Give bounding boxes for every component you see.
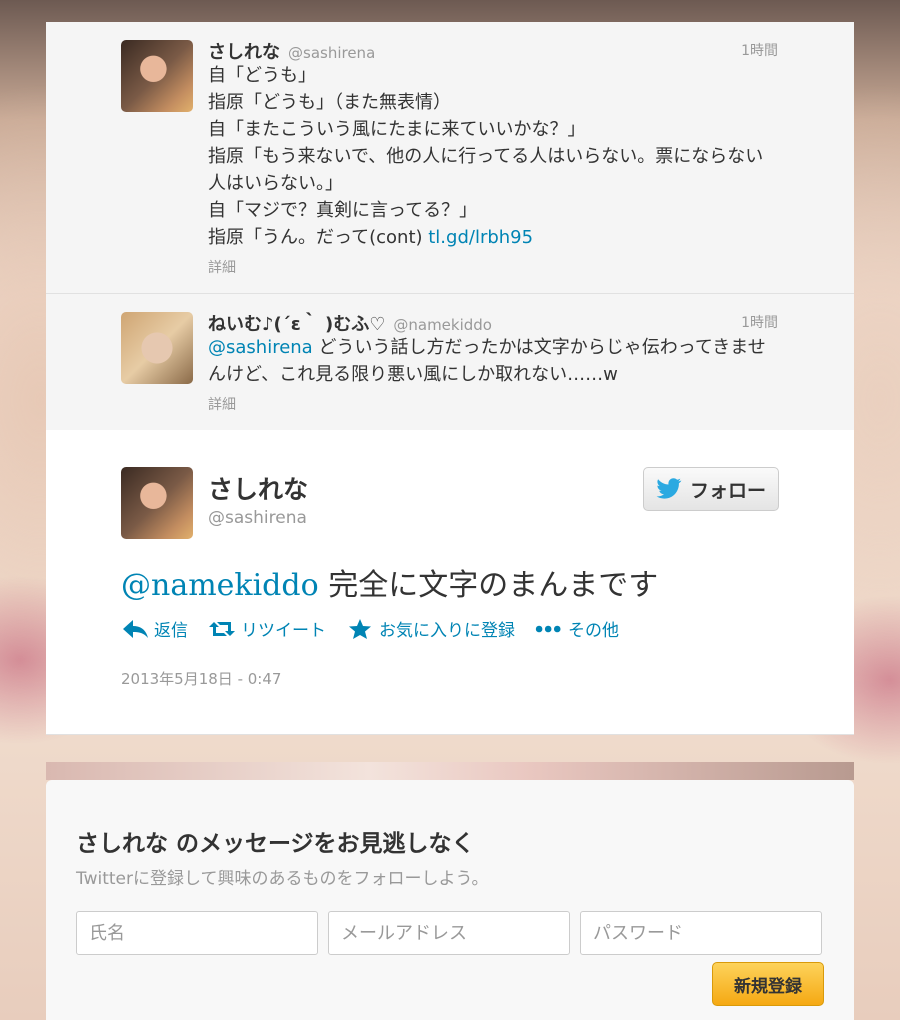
more-label: その他 xyxy=(568,621,619,641)
retweet-label: リツイート xyxy=(241,621,326,641)
favorite-button[interactable]: お気に入りに登録 xyxy=(346,616,515,641)
tweet-screenname[interactable]: @namekiddo xyxy=(393,316,492,334)
main-tweet-body: 完全に文字のまんまです xyxy=(318,568,659,603)
tweet-item[interactable]: ねいむ♪(´ε｀ )むふ♡ @namekiddo 1時間 @sashirena … xyxy=(46,294,854,430)
tweet-text: 自「どうも」 指原「どうも」（また無表情） 自「またこういう風にたまに来ていいか… xyxy=(208,62,779,251)
tweet-details-link[interactable]: 詳細 xyxy=(208,394,779,414)
tweet-fullname[interactable]: ねいむ♪(´ε｀ )むふ♡ xyxy=(208,310,385,336)
tweet-text: @sashirena どういう話し方だったかは文字からじゃ伝わってきませんけど、… xyxy=(208,334,779,388)
tweet-mention-link[interactable]: @sashirena xyxy=(208,337,313,358)
favorite-label: お気に入りに登録 xyxy=(379,621,515,641)
avatar[interactable] xyxy=(121,467,193,539)
signup-title: さしれな のメッセージをお見逃しなく xyxy=(76,831,475,857)
avatar[interactable] xyxy=(121,40,193,112)
signup-panel: さしれな のメッセージをお見逃しなく Twitterに登録して興味のあるものをフ… xyxy=(46,780,854,1020)
main-tweet-screenname[interactable]: @sashirena xyxy=(208,508,307,528)
tweet-body: 自「どうも」 指原「どうも」（また無表情） 自「またこういう風にたまに来ていいか… xyxy=(208,65,764,248)
main-tweet-timestamp[interactable]: 2013年5月18日 - 0:47 xyxy=(121,668,281,689)
tweet-fullname[interactable]: さしれな xyxy=(208,38,280,64)
tweet-details-link[interactable]: 詳細 xyxy=(208,257,779,277)
follow-button-label: フォロー xyxy=(689,479,766,502)
tweet-time[interactable]: 1時間 xyxy=(741,40,778,60)
tweet-header: さしれな @sashirena xyxy=(208,38,779,64)
signup-button[interactable]: 新規登録 xyxy=(712,962,824,1006)
tweet-header: ねいむ♪(´ε｀ )むふ♡ @namekiddo xyxy=(208,310,779,336)
avatar[interactable] xyxy=(121,312,193,384)
retweet-icon xyxy=(209,621,235,636)
conversation-card: さしれな @sashirena 1時間 自「どうも」 指原「どうも」（また無表情… xyxy=(46,22,854,735)
tweet-link[interactable]: tl.gd/lrbh95 xyxy=(428,227,533,248)
star-icon xyxy=(349,618,371,639)
main-tweet-fullname[interactable]: さしれな xyxy=(208,470,308,506)
signup-subtitle: Twitterに登録して興味のあるものをフォローしよう。 xyxy=(76,869,489,889)
twitter-bird-icon xyxy=(656,478,682,499)
reply-button[interactable]: 返信 xyxy=(121,616,188,641)
main-tweet: さしれな @sashirena フォロー @namekiddo 完全に文字のまん… xyxy=(46,430,854,735)
tweet-screenname[interactable]: @sashirena xyxy=(288,44,375,62)
retweet-button[interactable]: リツイート xyxy=(208,616,326,641)
tweet-time[interactable]: 1時間 xyxy=(741,312,778,332)
more-dots-icon xyxy=(535,625,561,632)
main-tweet-text: @namekiddo 完全に文字のまんまです xyxy=(121,560,658,604)
main-tweet-mention-link[interactable]: @namekiddo xyxy=(121,568,319,603)
name-field[interactable] xyxy=(76,911,318,955)
reply-icon xyxy=(123,619,148,638)
more-button[interactable]: その他 xyxy=(535,616,619,641)
tweet-item[interactable]: さしれな @sashirena 1時間 自「どうも」 指原「どうも」（また無表情… xyxy=(46,22,854,294)
tweet-actions: 返信 リツイート お気に入りに登録 その他 xyxy=(121,616,619,641)
background-photo-strip xyxy=(46,762,854,780)
password-field[interactable] xyxy=(580,911,822,955)
email-field[interactable] xyxy=(328,911,570,955)
follow-button[interactable]: フォロー xyxy=(643,467,779,511)
signup-fields xyxy=(76,911,824,955)
reply-label: 返信 xyxy=(154,621,188,641)
